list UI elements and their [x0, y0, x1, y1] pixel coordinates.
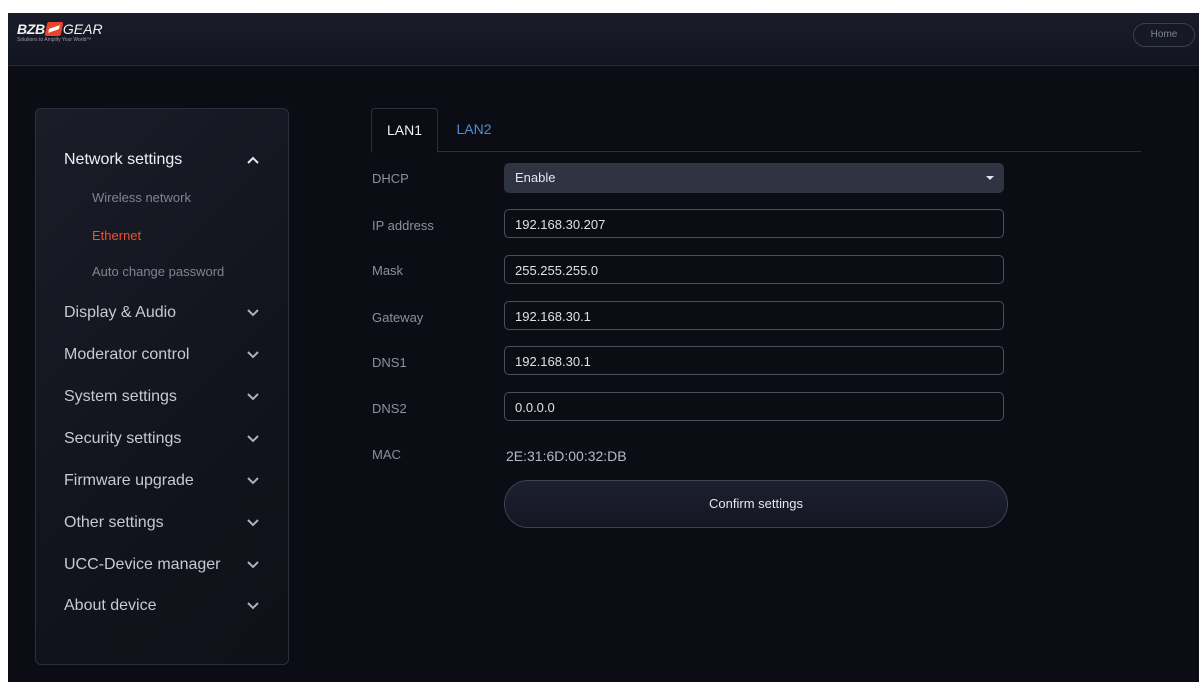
sidebar-item-label: UCC-Device manager	[64, 556, 221, 573]
sidebar-item-system-settings[interactable]: System settings	[64, 385, 260, 409]
chevron-down-icon	[246, 558, 260, 572]
gateway-label: Gateway	[372, 310, 424, 325]
sidebar-item-label: Security settings	[64, 430, 182, 447]
sidebar-item-other-settings[interactable]: Other settings	[64, 511, 260, 535]
sidebar-item-security-settings[interactable]: Security settings	[64, 427, 260, 451]
chevron-down-icon	[246, 390, 260, 404]
dns1-label: DNS1	[372, 355, 407, 370]
sidebar-item-network-settings[interactable]: Network settings	[64, 148, 260, 172]
sidebar-subitem-auto-change-password[interactable]: Auto change password	[92, 264, 224, 279]
logo-text-gear: GEAR	[62, 21, 103, 37]
dns1-input[interactable]: 192.168.30.1	[504, 346, 1004, 375]
sidebar-item-label: Network settings	[64, 151, 183, 168]
tab-lan1[interactable]: LAN1	[371, 108, 438, 153]
sidebar: Network settings Wireless network Ethern…	[35, 108, 289, 665]
dhcp-select[interactable]: Enable	[504, 163, 1004, 193]
sidebar-item-label: Moderator control	[64, 346, 190, 363]
mac-label: MAC	[372, 447, 401, 462]
mask-label: Mask	[372, 263, 404, 278]
sidebar-item-about-device[interactable]: About device	[64, 594, 260, 618]
home-button[interactable]: Home	[1133, 23, 1195, 47]
dns2-label: DNS2	[372, 401, 407, 416]
chevron-up-icon	[246, 153, 260, 167]
dns2-input[interactable]: 0.0.0.0	[504, 392, 1004, 421]
chevron-down-icon	[246, 306, 260, 320]
sidebar-item-display-audio[interactable]: Display & Audio	[64, 301, 260, 325]
chevron-down-icon	[246, 474, 260, 488]
sidebar-subitem-ethernet[interactable]: Ethernet	[92, 228, 141, 243]
chevron-down-icon	[246, 516, 260, 530]
sidebar-item-moderator-control[interactable]: Moderator control	[64, 343, 260, 367]
sidebar-item-label: About device	[64, 597, 157, 614]
caret-down-icon	[986, 176, 994, 180]
tab-lan2[interactable]: LAN2	[454, 108, 494, 151]
lan-tabs: LAN1 LAN2	[371, 108, 1141, 153]
dhcp-label: DHCP	[372, 171, 409, 186]
dhcp-select-value: Enable	[515, 170, 556, 185]
sidebar-item-label: Display & Audio	[64, 304, 177, 321]
sidebar-item-label: Firmware upgrade	[64, 472, 194, 489]
confirm-settings-button[interactable]: Confirm settings	[504, 480, 1008, 528]
logo-tagline: Solutions to Amplify Your World™	[17, 37, 92, 43]
logo-text-bzb: BZB	[17, 21, 45, 37]
gateway-input[interactable]: 192.168.30.1	[504, 301, 1004, 330]
sidebar-item-firmware-upgrade[interactable]: Firmware upgrade	[64, 469, 260, 493]
brand-logo[interactable]: BZB GEAR Solutions to Amplify Your World…	[17, 21, 103, 43]
logo-mark-icon	[44, 22, 64, 36]
chevron-down-icon	[246, 432, 260, 446]
sidebar-item-label: System settings	[64, 388, 177, 405]
ip-address-label: IP address	[372, 218, 434, 233]
chevron-down-icon	[246, 348, 260, 362]
app-window: BZB GEAR Solutions to Amplify Your World…	[8, 13, 1199, 682]
top-bar: BZB GEAR Solutions to Amplify Your World…	[8, 13, 1199, 66]
sidebar-subitem-wireless-network[interactable]: Wireless network	[92, 190, 191, 205]
chevron-down-icon	[246, 599, 260, 613]
sidebar-item-ucc-device-manager[interactable]: UCC-Device manager	[64, 553, 260, 577]
mac-value: 2E:31:6D:00:32:DB	[506, 448, 627, 464]
sidebar-item-label: Other settings	[64, 514, 164, 531]
mask-input[interactable]: 255.255.255.0	[504, 255, 1004, 284]
ip-address-input[interactable]: 192.168.30.207	[504, 209, 1004, 238]
